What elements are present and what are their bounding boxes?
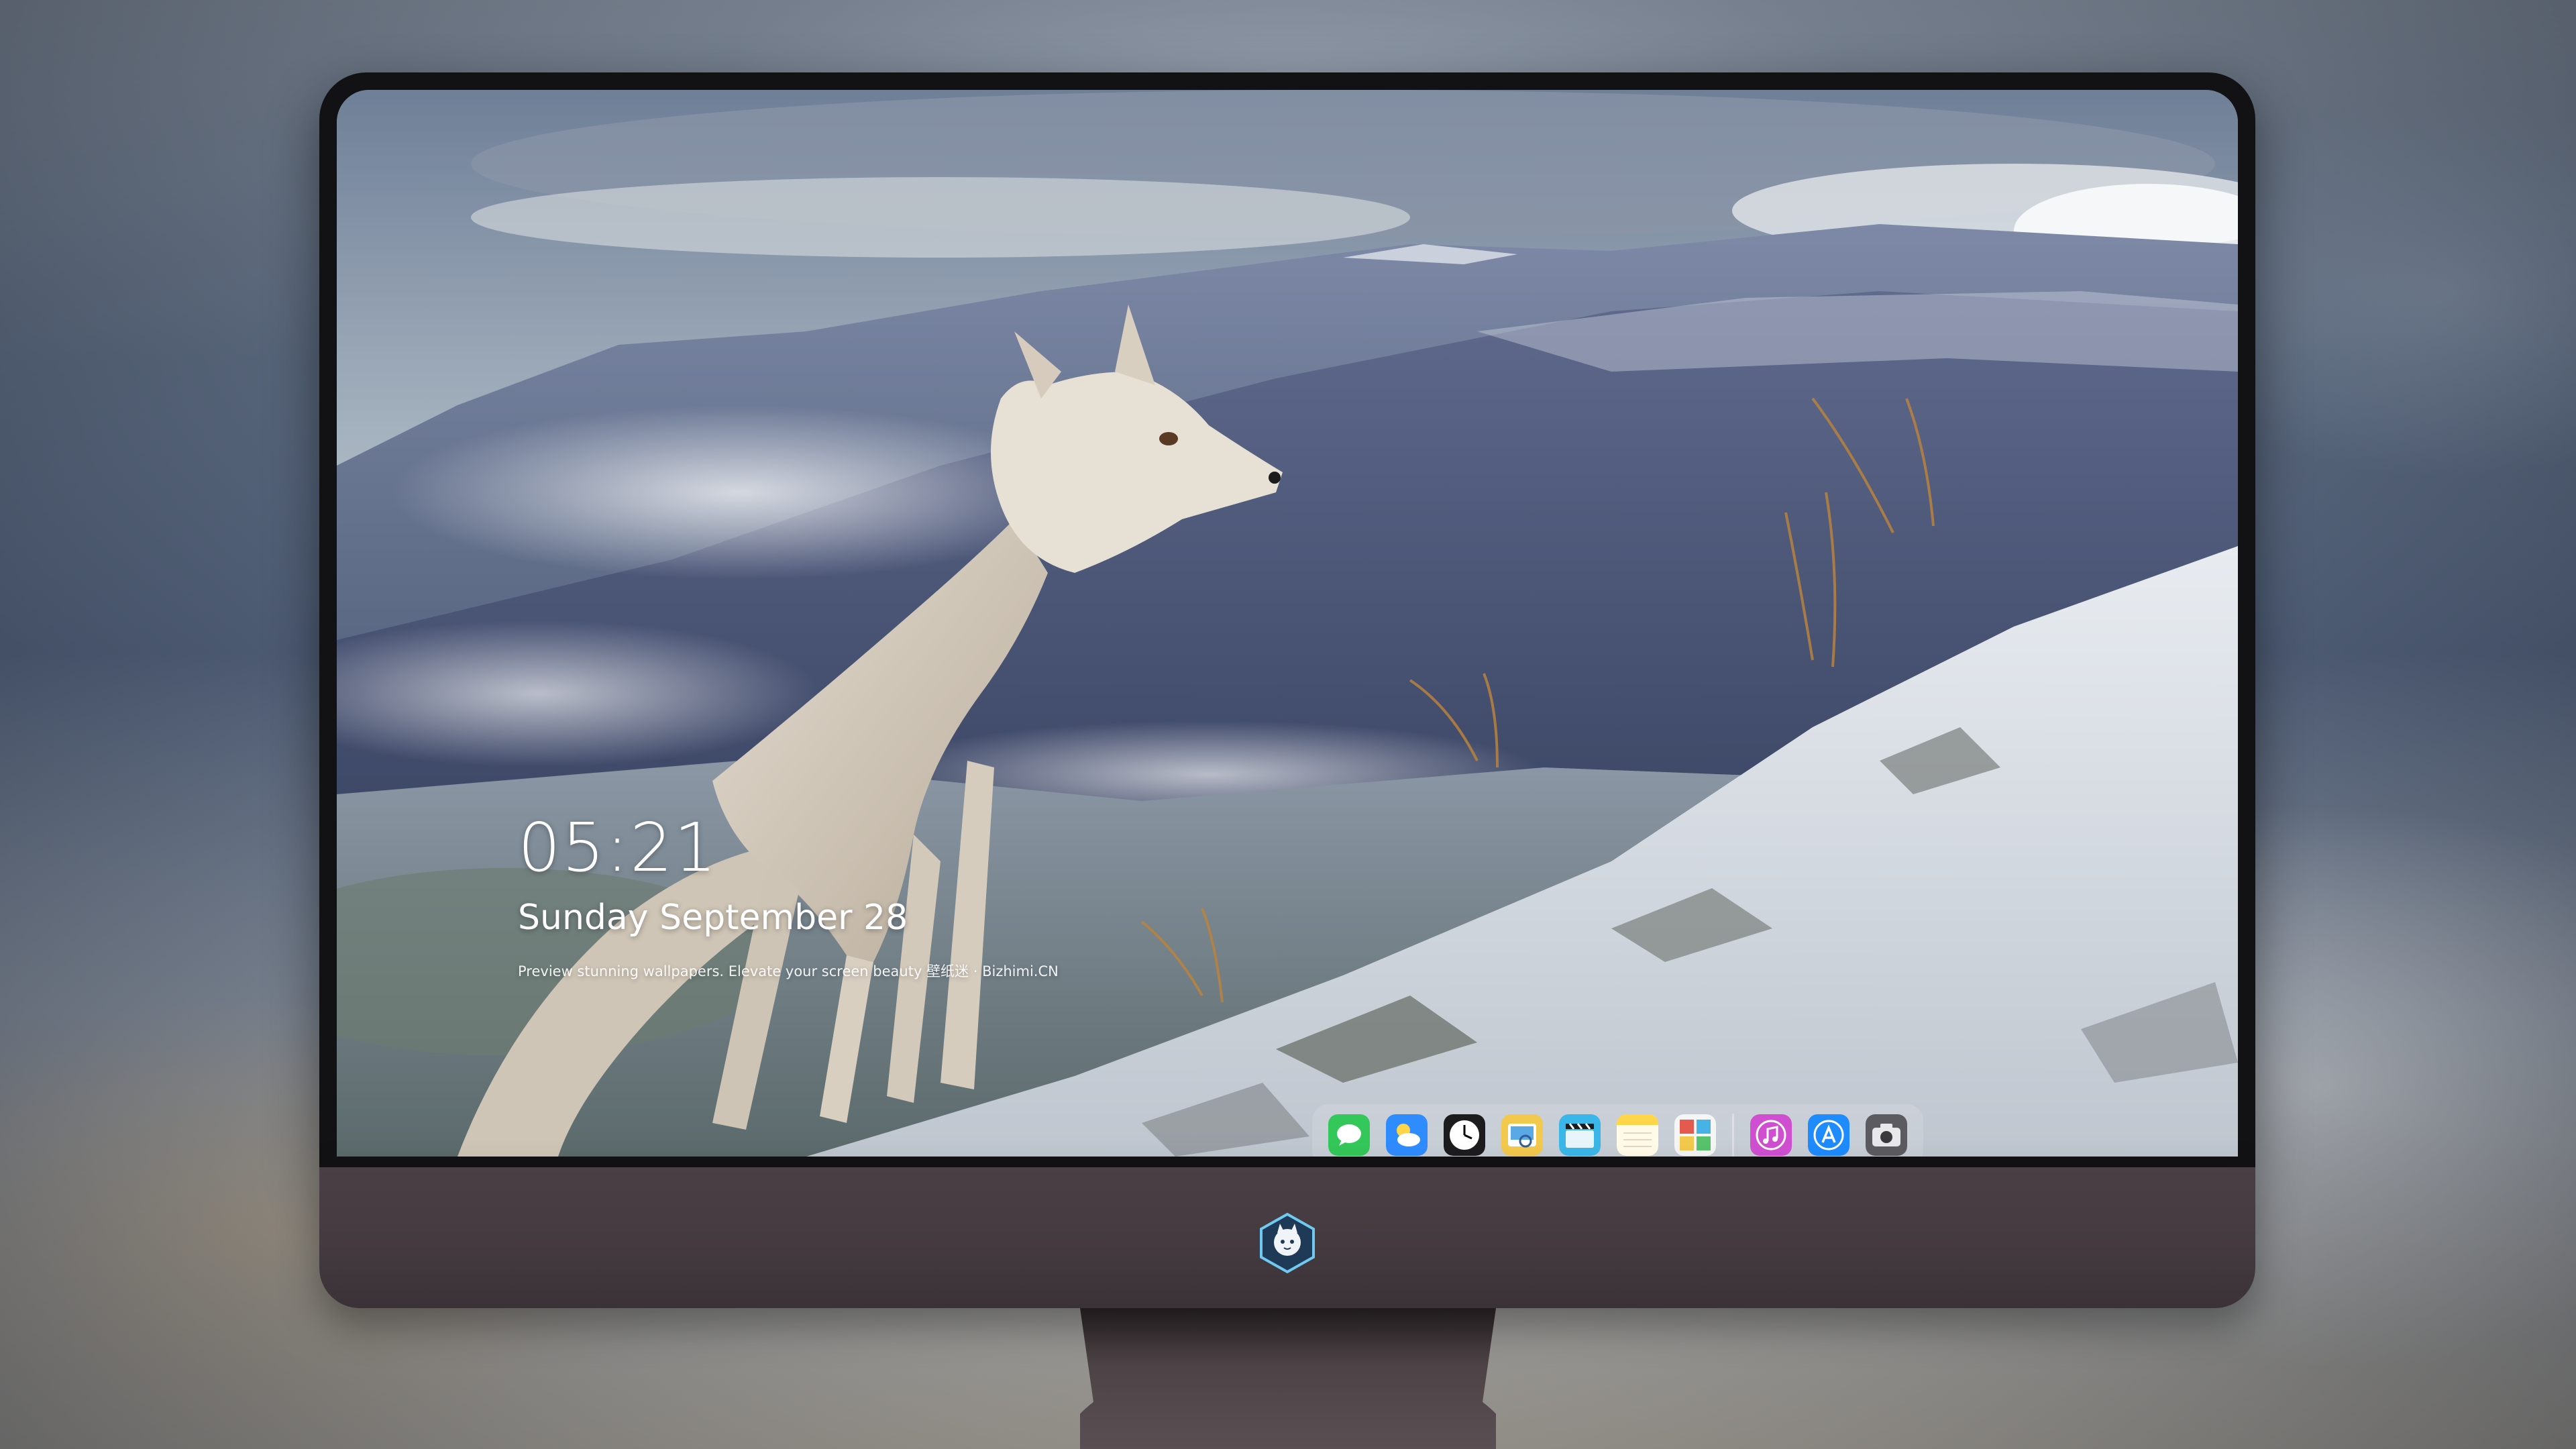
monitor-chin xyxy=(319,1167,2255,1308)
itunes-icon[interactable] xyxy=(1750,1114,1792,1156)
wallpaper-caption: Preview stunning wallpapers. Elevate you… xyxy=(518,963,1059,979)
lock-clock: 05:21 Sunday September 28 Preview stunni… xyxy=(518,814,1059,979)
notes-icon[interactable] xyxy=(1617,1114,1658,1156)
dock xyxy=(1312,1104,1923,1157)
monitor: 05:21 Sunday September 28 Preview stunni… xyxy=(319,72,2255,1308)
clock-date: Sunday September 28 xyxy=(518,898,908,938)
messages-icon[interactable] xyxy=(1328,1114,1370,1156)
desktop-screen: 05:21 Sunday September 28 Preview stunni… xyxy=(337,90,2238,1157)
monitor-bezel: 05:21 Sunday September 28 Preview stunni… xyxy=(319,72,2255,1167)
app-store-icon[interactable] xyxy=(1808,1114,1849,1156)
dock-separator xyxy=(1732,1114,1734,1157)
wallpaper-arctic-fox xyxy=(337,90,2238,1157)
monitor-stand xyxy=(1080,1308,1496,1449)
claquette-icon[interactable] xyxy=(1559,1114,1601,1156)
preview-icon[interactable] xyxy=(1501,1114,1543,1156)
camera-icon[interactable] xyxy=(1866,1114,1907,1156)
clock-icon[interactable] xyxy=(1444,1114,1485,1156)
photo-booth-icon[interactable] xyxy=(1674,1114,1716,1156)
brand-logo-icon xyxy=(1260,1212,1315,1274)
clock-time: 05:21 xyxy=(518,808,718,887)
weather-icon[interactable] xyxy=(1386,1114,1428,1156)
